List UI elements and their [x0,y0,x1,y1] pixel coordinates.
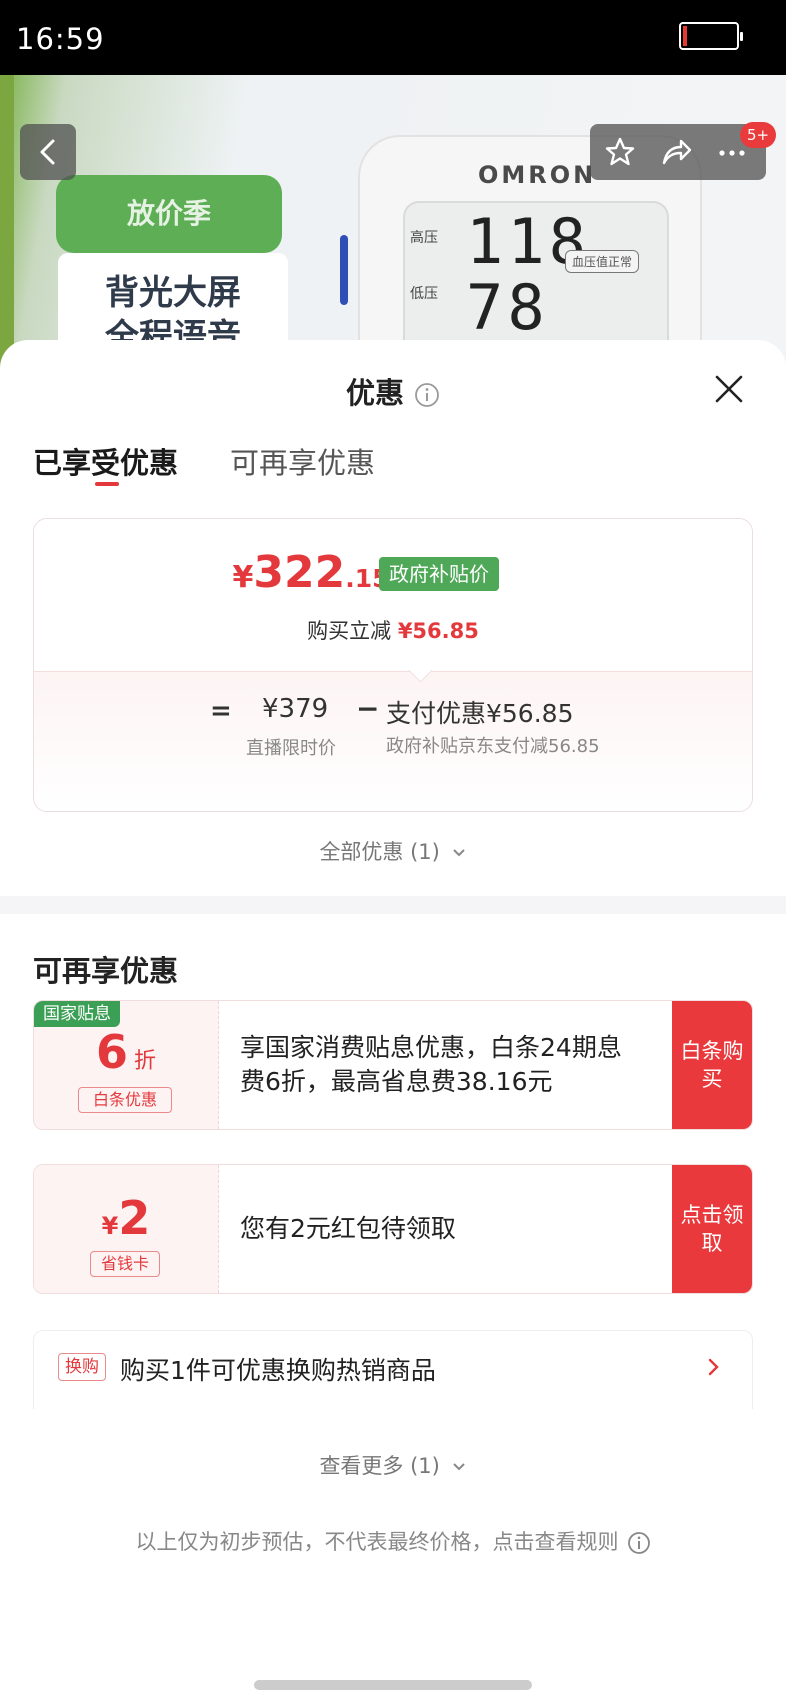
offer-discount-value: 6折 [95,1025,157,1079]
see-more-label: 查看更多 (1) [319,1454,440,1478]
gov-subsidy-tag: 政府补贴价 [379,557,499,591]
applied-discount-card: ¥322.15 政府补贴价 购买立减 ¥56.85 = ¥379 直播限时价 −… [33,518,753,812]
device-label-low: 低压 [410,286,438,302]
final-price: ¥322.15 [34,547,670,598]
info-icon[interactable] [414,382,440,408]
tab-available[interactable]: 可再享优惠 [230,440,375,482]
hero-sale-badge: 放价季 [56,175,282,253]
all-promotions-toggle[interactable]: 全部优惠 (1) [0,836,786,866]
battery-icon [679,22,743,50]
status-bar: 16:59 [0,0,786,75]
available-offers-title: 可再享优惠 [33,954,179,988]
price-main: 322 [253,547,346,598]
chevron-right-icon [708,1358,719,1376]
original-price-label: 直播限时价 [246,738,336,759]
see-more-toggle[interactable]: 查看更多 (1) [0,1450,786,1480]
offer-amount-value: ¥2 [101,1191,151,1245]
disclaimer-text: 以上仅为初步预估，不代表最终价格，点击查看规则 [135,1530,619,1554]
close-icon[interactable] [712,372,746,406]
section-divider [0,896,786,914]
cart-count-badge: 5+ [740,122,776,148]
equals-sign: = [210,696,232,726]
claim-button[interactable]: 点击领取 [672,1165,752,1293]
offer-description: 享国家消费贴息优惠，白条24期息费6折，最高省息费38.16元 [240,1033,622,1096]
star-icon[interactable] [604,136,636,168]
tab-applied[interactable]: 已享受优惠 [33,440,178,482]
offer-card-red-packet: ¥2 省钱卡 您有2元红包待领取 点击领取 [33,1164,753,1294]
price-currency: ¥ [232,560,254,595]
offer-card-baitiao: 国家贴息 6折 白条优惠 享国家消费贴息优惠，白条24期息费6折，最高省息费38… [33,1000,753,1130]
instant-cut-row: 购买立减 ¥56.85 [34,615,752,645]
active-tab-indicator [95,482,119,486]
promotions-sheet: 优惠 已享受优惠 可再享优惠 ¥322.15 政府补贴价 购买立减 ¥56.85… [0,340,786,1704]
chevron-down-icon [452,1463,465,1471]
chevron-down-icon [452,849,465,857]
back-button[interactable] [20,124,76,180]
back-arrow-icon [40,139,55,165]
status-time: 16:59 [16,22,105,56]
sheet-title: 优惠 [345,376,404,410]
instant-cut-amount: ¥56.85 [397,619,479,643]
sheet-title-row: 优惠 [0,370,786,412]
disclaimer-link[interactable]: 以上仅为初步预估，不代表最终价格，点击查看规则 [0,1526,786,1556]
offer-corner-tag: 国家贴息 [34,1001,120,1027]
baitiao-buy-button[interactable]: 白条购买 [672,1001,752,1129]
swap-purchase-row[interactable]: 换购 购买1件可优惠换购热销商品 [33,1330,753,1409]
hero-promo-line1: 背光大屏 [105,273,241,313]
offer-sub-tag: 白条优惠 [78,1087,172,1113]
instant-cut-label: 购买立减 [307,619,392,643]
offer-description: 您有2元红包待领取 [240,1214,456,1243]
home-indicator [254,1680,532,1690]
offer-sub-tag: 省钱卡 [90,1251,160,1277]
device-status-tag: 血压值正常 [565,250,640,273]
payment-discount-label: 政府补贴京东支付减56.85 [386,736,600,757]
share-icon[interactable] [660,136,692,168]
device-brand: OMRON [478,161,597,189]
payment-discount: 支付优惠¥56.85 [386,699,574,728]
original-price: ¥379 [262,694,329,724]
all-promotions-label: 全部优惠 (1) [319,840,440,864]
swap-text: 购买1件可优惠换购热销商品 [120,1356,436,1385]
device-reading-low: 78 [466,271,549,344]
product-hero-image: 放价季 背光大屏 全程语音 OMRON 高压 低压 118 78 血压值正常 [0,75,786,375]
swap-tag: 换购 [58,1353,106,1381]
price-breakdown: = ¥379 直播限时价 − 支付优惠¥56.85 政府补贴京东支付减56.85 [34,671,752,811]
device-label-high: 高压 [410,230,438,246]
info-icon [627,1532,650,1554]
minus-sign: − [356,692,380,725]
